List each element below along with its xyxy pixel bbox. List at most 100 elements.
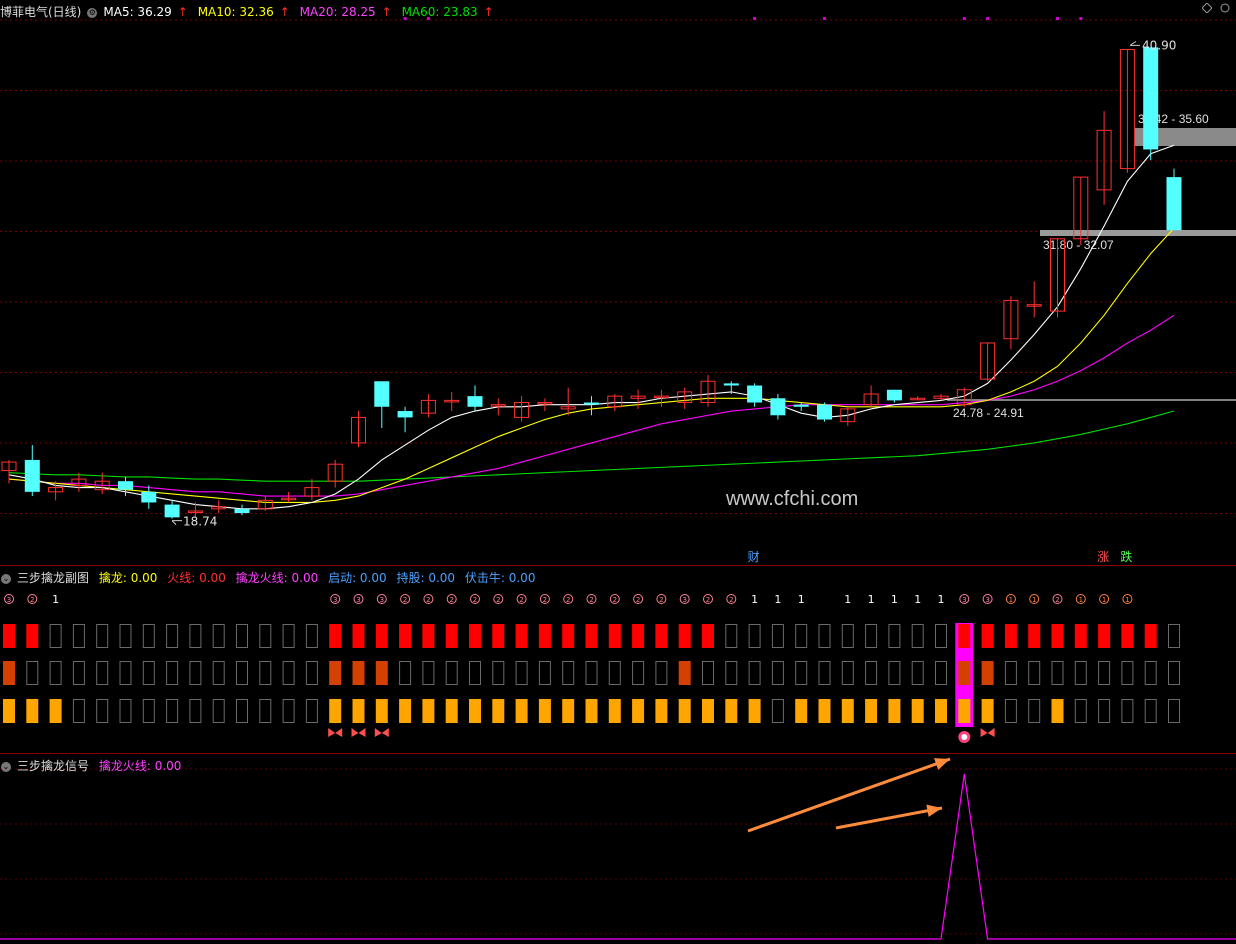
candle-body-down <box>467 396 483 407</box>
row3-filled-cell <box>748 699 761 723</box>
zhang-marker: 涨 <box>1097 549 1109 564</box>
pointer-arrow-1 <box>747 757 951 833</box>
row2-empty-cell <box>259 661 272 685</box>
candle-body-down <box>397 411 413 418</box>
row3-empty-cell <box>771 699 784 723</box>
row2-empty-cell <box>1121 661 1134 685</box>
ma60-arrow-icon: ↑ <box>483 5 494 19</box>
ma5-arrow-icon: ↑ <box>177 5 188 19</box>
step-label: 2 <box>566 596 570 604</box>
row2-empty-cell <box>725 661 738 685</box>
row2-empty-cell <box>865 661 878 685</box>
row3-filled-cell <box>888 699 901 723</box>
event-dot <box>986 17 990 20</box>
butterfly-icon <box>374 728 389 737</box>
step-label: 1 <box>751 593 758 606</box>
row1-empty-cell <box>1168 624 1180 648</box>
row2-empty-cell <box>189 661 202 685</box>
watermark: www.cfchi.com <box>726 488 859 510</box>
high-pointer-icon <box>1129 40 1140 46</box>
row2-filled-cell <box>678 661 691 685</box>
row1-filled-cell <box>422 624 435 648</box>
row3-filled-cell <box>795 699 808 723</box>
expand-diamond-icon[interactable] <box>1202 3 1212 13</box>
huoxian-value: 火线: 0.00 <box>167 571 226 585</box>
row1-filled-cell <box>585 624 598 648</box>
ma10-arrow-icon: ↑ <box>279 5 290 19</box>
row3-empty-cell <box>142 699 155 723</box>
row1-filled-cell <box>375 624 388 648</box>
row1-filled-cell <box>445 624 458 648</box>
candle-body-down <box>24 459 40 492</box>
row1-filled-cell <box>3 624 15 648</box>
row3-empty-cell <box>96 699 109 723</box>
fujiniu-value: 伏击牛: 0.00 <box>464 571 536 585</box>
row1-filled-cell <box>1098 624 1111 648</box>
signal-panel[interactable]: ⌄ 三步擒龙信号 擒龙火线: 0.00 <box>0 753 1236 944</box>
ma60-value: MA60: 23.83 <box>401 5 478 19</box>
row1-empty-cell <box>72 624 85 648</box>
row3-filled-cell <box>469 699 481 723</box>
step-label: 1 <box>1102 596 1106 604</box>
step-label: 2 <box>1055 596 1059 604</box>
row2-empty-cell <box>748 661 761 685</box>
step-label: 3 <box>962 596 966 604</box>
step-label: 1 <box>1032 596 1036 604</box>
row2-empty-cell <box>702 661 714 685</box>
row2-empty-cell <box>585 661 598 685</box>
event-dot <box>823 17 826 20</box>
pointer-arrow-1-head <box>934 758 950 770</box>
row3-empty-cell <box>119 699 132 723</box>
sig-title: 三步擒龙信号 <box>17 759 90 773</box>
chigu-value: 持股: 0.00 <box>396 571 456 585</box>
row3-filled-cell <box>935 699 947 723</box>
main-chart-panel[interactable]: 博菲电气(日线) ⚙ MA5: 36.29 ↑ MA10: 32.36 ↑ MA20: … <box>0 0 1236 565</box>
butterfly-icon <box>980 728 995 737</box>
qinlong-huoxian-value: 擒龙火线: 0.00 <box>235 571 319 585</box>
step-label: 2 <box>403 596 407 604</box>
row2-empty-cell <box>935 661 947 685</box>
resistance-zone <box>1040 230 1236 236</box>
sub-chart-panel[interactable]: ⌄ 三步擒龙副图 擒龙: 0.00 火线: 0.00 擒龙火线: 0.00 启动:… <box>0 565 1236 754</box>
zone-label: 31.80 - 32.07 <box>1043 238 1114 252</box>
row1-empty-cell <box>49 624 62 648</box>
row1-filled-cell <box>958 624 971 648</box>
collapse-icon[interactable]: ⌄ <box>1 761 11 772</box>
main-header: 博菲电气(日线) ⚙ MA5: 36.29 ↑ MA10: 32.36 ↑ MA20: … <box>0 3 500 20</box>
row1-filled-cell <box>515 624 528 648</box>
row1-filled-cell <box>1074 624 1087 648</box>
candle-body-down <box>584 402 599 405</box>
row2-empty-cell <box>1098 661 1111 685</box>
close-circle-icon[interactable] <box>1220 3 1230 13</box>
row1-filled-cell <box>1051 624 1064 648</box>
row3-filled-cell <box>958 699 971 723</box>
row2-empty-cell <box>142 661 155 685</box>
row3-empty-cell <box>212 699 225 723</box>
row2-empty-cell <box>562 661 575 685</box>
candle-body-down <box>1166 177 1182 231</box>
settings-icon[interactable]: ⚙ <box>87 7 98 18</box>
row2-filled-cell <box>375 661 388 685</box>
ma60-line <box>8 410 1175 482</box>
sig-qinlong-huoxian-value: 擒龙火线: 0.00 <box>98 759 182 773</box>
candle-body-down <box>141 491 157 503</box>
step-label: 2 <box>589 596 593 604</box>
row1-filled-cell <box>608 624 621 648</box>
row2-empty-cell <box>538 661 551 685</box>
row2-empty-cell <box>1074 661 1087 685</box>
row1-empty-cell <box>818 624 831 648</box>
step-label: 1 <box>1079 596 1083 604</box>
candle-body-down <box>793 404 809 407</box>
step-signal-grid: 3 2 1 3 3 3 2 2 2 2 2 2 2 2 2 2 2 2 3 2 2 1 1 1 1 1 1 1 1 3 3 1 1 2 1 1 1 <box>3 593 1180 743</box>
collapse-icon[interactable]: ⌄ <box>1 573 11 584</box>
step-label: 2 <box>519 596 523 604</box>
step-label: 1 <box>868 593 875 606</box>
row2-empty-cell <box>608 661 621 685</box>
row3-filled-cell <box>585 699 598 723</box>
candlestick-chart: 36.42 - 35.6031.80 - 32.0724.78 - 24.914… <box>0 17 1236 564</box>
qinlong-value: 擒龙: 0.00 <box>98 571 158 585</box>
row3-empty-cell <box>282 699 295 723</box>
row1-empty-cell <box>841 624 854 648</box>
step-label: 2 <box>613 596 617 604</box>
high-price-label: 40.90 <box>1142 38 1176 52</box>
